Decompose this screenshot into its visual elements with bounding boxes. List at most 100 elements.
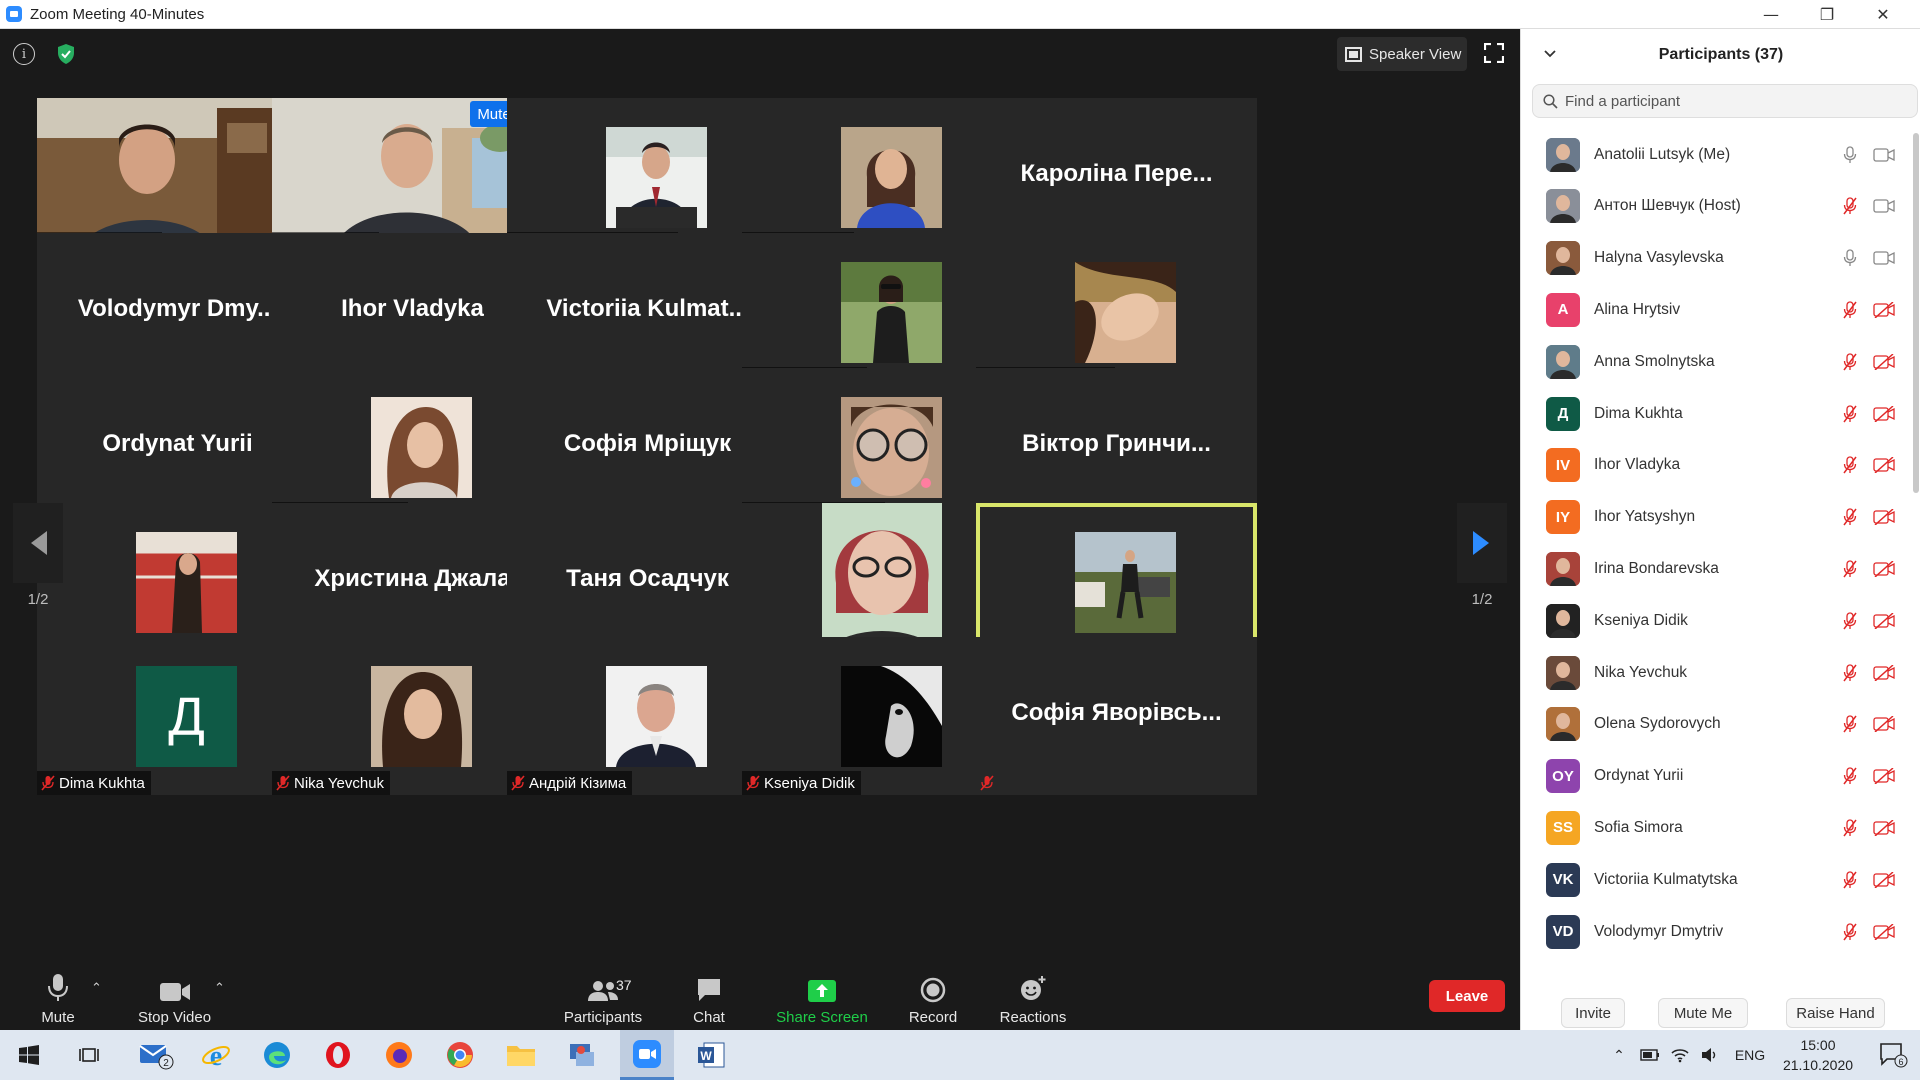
participant-row[interactable]: A Alina Hrytsiv: [1521, 284, 1911, 335]
muted-mic-icon[interactable]: [1842, 922, 1858, 941]
participant-row[interactable]: Irina Bondarevska: [1521, 543, 1911, 594]
close-button[interactable]: ✕: [1855, 0, 1911, 29]
microphone-icon[interactable]: [1842, 145, 1858, 164]
invite-button[interactable]: Invite: [1561, 998, 1625, 1028]
video-off-icon[interactable]: [1873, 612, 1895, 629]
edge-browser-icon[interactable]: [250, 1030, 304, 1080]
wifi-icon[interactable]: [1666, 1030, 1694, 1080]
start-button-windows-icon[interactable]: [2, 1030, 56, 1080]
zoom-taskbar-icon[interactable]: [620, 1030, 674, 1080]
restore-button[interactable]: ❐: [1799, 0, 1855, 29]
video-off-icon[interactable]: [1873, 301, 1895, 318]
participant-search-input[interactable]: Find a participant: [1532, 84, 1918, 118]
participant-row[interactable]: Olena Sydorovych: [1521, 699, 1911, 750]
collapse-chevron-icon[interactable]: [1543, 47, 1557, 61]
speaker-view-button[interactable]: Speaker View: [1337, 37, 1467, 71]
chrome-browser-icon[interactable]: [433, 1030, 487, 1080]
video-off-icon[interactable]: [1873, 664, 1895, 681]
battery-icon[interactable]: [1636, 1030, 1664, 1080]
leave-button[interactable]: Leave: [1429, 980, 1505, 1012]
reactions-button[interactable]: Reactions: [997, 965, 1069, 1030]
security-shield-icon[interactable]: [54, 42, 78, 66]
mute-button[interactable]: Mute: [28, 965, 88, 1030]
share-screen-button[interactable]: Share Screen: [772, 965, 872, 1030]
participant-row[interactable]: VD Volodymyr Dmytriv: [1521, 906, 1911, 957]
meeting-info-icon[interactable]: i: [13, 43, 35, 65]
next-page[interactable]: 1/2: [1457, 503, 1507, 613]
video-off-icon[interactable]: [1873, 509, 1895, 526]
participant-name: Nika Yevchuk: [294, 774, 385, 792]
video-tile[interactable]: Софія Яворівсь...: [976, 637, 1257, 795]
video-off-icon[interactable]: [1873, 457, 1895, 474]
video-camera-icon[interactable]: [1873, 147, 1895, 163]
opera-browser-icon[interactable]: [311, 1030, 365, 1080]
muted-mic-icon[interactable]: [1842, 197, 1858, 215]
show-hidden-icons-chevron-icon[interactable]: ⌃: [1604, 1030, 1634, 1080]
muted-mic-icon[interactable]: [1842, 456, 1858, 474]
participant-row[interactable]: SS Sofia Simora: [1521, 802, 1911, 853]
video-off-icon[interactable]: [1873, 819, 1895, 836]
participant-row[interactable]: Halyna Vasylevska: [1521, 233, 1911, 284]
participant-row[interactable]: Nika Yevchuk: [1521, 647, 1911, 698]
prev-page[interactable]: 1/2: [13, 503, 63, 613]
stop-video-button[interactable]: Stop Video: [132, 965, 217, 1030]
participant-row[interactable]: Anna Smolnytska: [1521, 336, 1911, 387]
video-camera-icon[interactable]: [1873, 198, 1895, 214]
video-off-icon[interactable]: [1873, 353, 1895, 370]
muted-mic-icon[interactable]: [1842, 767, 1858, 785]
right-arrow-icon[interactable]: [1457, 503, 1507, 583]
participant-row[interactable]: IV Ihor Vladyka: [1521, 440, 1911, 491]
input-language-indicator[interactable]: ENG: [1730, 1030, 1770, 1080]
video-off-icon[interactable]: [1873, 871, 1895, 888]
chat-button[interactable]: Chat: [684, 965, 734, 1030]
muted-mic-icon[interactable]: [1842, 353, 1858, 371]
participant-initials-avatar: VK: [1546, 862, 1580, 897]
participant-row[interactable]: VK Victoriia Kulmatytska: [1521, 854, 1911, 905]
taskbar-clock[interactable]: 15:00 21.10.2020: [1780, 1035, 1856, 1075]
internet-explorer-icon[interactable]: e: [189, 1030, 243, 1080]
raise-hand-button[interactable]: Raise Hand: [1786, 998, 1885, 1028]
minimize-button[interactable]: —: [1743, 0, 1799, 29]
word-app-icon[interactable]: W: [684, 1030, 738, 1080]
participant-row[interactable]: Anatolii Lutsyk (Me): [1521, 129, 1911, 180]
firefox-browser-icon[interactable]: [372, 1030, 426, 1080]
audio-options-chevron-icon[interactable]: ⌃: [91, 980, 102, 996]
scrollbar-thumb[interactable]: [1913, 133, 1919, 493]
control-panel-icon[interactable]: [555, 1030, 609, 1080]
record-button[interactable]: Record: [904, 965, 962, 1030]
task-view-icon[interactable]: [62, 1030, 116, 1080]
action-center-notification-icon[interactable]: 6: [1866, 1030, 1920, 1080]
muted-mic-icon[interactable]: [1842, 301, 1858, 319]
participant-row[interactable]: OY Ordynat Yurii: [1521, 751, 1911, 802]
microphone-icon[interactable]: [1842, 249, 1858, 267]
video-off-icon[interactable]: [1873, 768, 1895, 785]
mail-app-icon[interactable]: 2: [129, 1030, 183, 1080]
file-explorer-icon[interactable]: [494, 1030, 548, 1080]
participant-row[interactable]: Д Dima Kukhta: [1521, 388, 1911, 439]
participants-button[interactable]: Participants 37: [560, 965, 646, 1030]
video-off-icon[interactable]: [1873, 923, 1895, 940]
video-camera-icon[interactable]: [1873, 250, 1895, 266]
muted-mic-icon[interactable]: [1842, 715, 1858, 733]
fullscreen-icon[interactable]: [1483, 42, 1505, 64]
muted-mic-icon[interactable]: [1842, 871, 1858, 889]
page-indicator-left: 1/2: [27, 591, 49, 608]
participant-row[interactable]: IY Ihor Yatsyshyn: [1521, 492, 1911, 543]
participant-photo-avatar: [1546, 707, 1580, 742]
volume-icon[interactable]: [1696, 1030, 1724, 1080]
video-off-icon[interactable]: [1873, 716, 1895, 733]
muted-mic-icon[interactable]: [1842, 404, 1858, 423]
participant-name: Dima Kukhta: [59, 774, 145, 792]
video-off-icon[interactable]: [1873, 405, 1895, 422]
mute-me-button[interactable]: Mute Me: [1658, 998, 1748, 1028]
muted-mic-icon[interactable]: [1842, 612, 1858, 630]
participant-row[interactable]: Антон Шевчук (Host): [1521, 181, 1911, 232]
participant-row[interactable]: Kseniya Didik: [1521, 595, 1911, 646]
muted-mic-icon[interactable]: [1842, 508, 1858, 526]
left-arrow-icon[interactable]: [13, 503, 63, 583]
muted-mic-icon[interactable]: [1842, 560, 1858, 578]
muted-mic-icon[interactable]: [1842, 663, 1858, 682]
video-off-icon[interactable]: [1873, 560, 1895, 577]
video-options-chevron-icon[interactable]: ⌃: [214, 980, 225, 996]
muted-mic-icon[interactable]: [1842, 819, 1858, 837]
